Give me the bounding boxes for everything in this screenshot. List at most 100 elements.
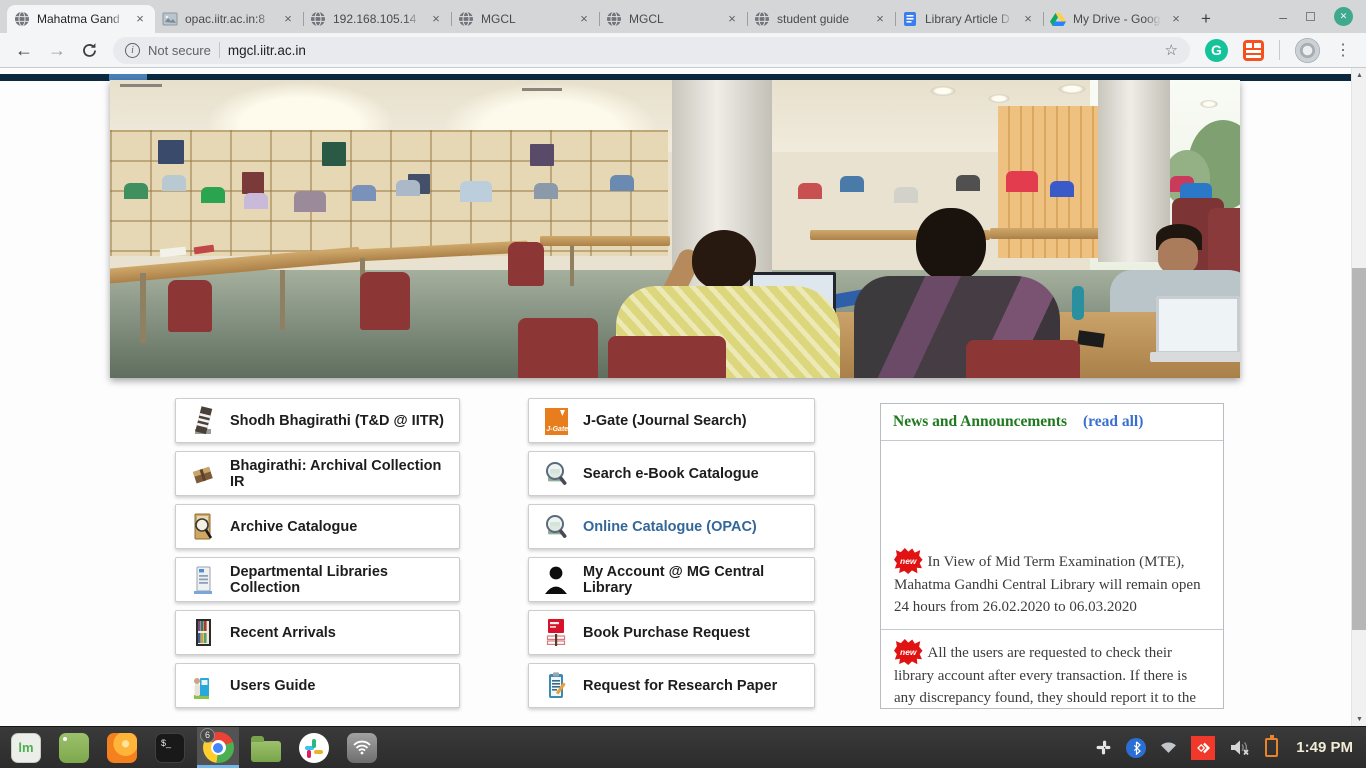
back-icon[interactable]: ← [15,41,33,59]
grammarly-extension-icon[interactable]: G [1205,39,1228,62]
tab-title: Mahatma Gand [37,12,125,26]
tab-opac[interactable]: opac.iitr.ac.in:8 × [155,5,303,33]
tab-title: opac.iitr.ac.in:8 [185,12,273,26]
terminal-launcher[interactable]: $_ [149,727,191,768]
globe-favicon [458,11,474,27]
battery-icon[interactable] [1265,738,1278,757]
window-close-icon[interactable]: ✕ [1334,7,1353,26]
photo-books [242,172,264,194]
users-guide-icon [190,670,216,702]
quicklink-departmental-libraries[interactable]: Departmental Libraries Collection [175,557,460,602]
photo-chair [168,280,212,332]
quick-links-middle-column: J-Gate J-Gate (Journal Search) Search e-… [528,398,815,708]
slack-icon [299,733,329,763]
quicklink-jgate[interactable]: J-Gate J-Gate (Journal Search) [528,398,815,443]
user-account-icon [543,564,569,596]
quicklink-shodh-bhagirathi[interactable]: Shodh Bhagirathi (T&D @ IITR) [175,398,460,443]
quicklink-label: Departmental Libraries Collection [230,564,451,596]
quicklink-recent-arrivals[interactable]: Recent Arrivals [175,610,460,655]
quicklink-search-ebook[interactable]: Search e-Book Catalogue [528,451,815,496]
news-item: newAll the users are requested to check … [881,630,1223,709]
firefox-icon [107,733,137,763]
system-tray: 1:49 PM [1095,736,1361,760]
scrollbar-thumb[interactable] [1352,268,1366,630]
show-desktop-button[interactable] [53,727,95,768]
volume-muted-icon[interactable] [1229,739,1251,756]
library-photo [110,80,1240,378]
window-minimize-icon[interactable]: – [1279,12,1287,22]
slack-tray-icon[interactable] [1095,739,1112,756]
tab-close-icon[interactable]: × [576,11,592,27]
firefox-launcher[interactable] [101,727,143,768]
tab-mahatma-gandhi[interactable]: Mahatma Gand × [7,5,155,33]
quicklink-opac[interactable]: Online Catalogue (OPAC) [528,504,815,549]
taskbar-clock[interactable]: 1:49 PM [1296,739,1353,756]
browser-menu-icon[interactable]: ⋮ [1335,40,1351,60]
tab-close-icon[interactable]: × [132,11,148,27]
file-manager-launcher[interactable] [245,727,287,768]
folder-icon [251,741,281,762]
window-maximize-icon[interactable] [1306,12,1315,21]
tab-close-icon[interactable]: × [872,11,888,27]
search-books-icon [543,458,569,490]
quicklink-my-account[interactable]: My Account @ MG Central Library [528,557,815,602]
scroll-down-icon[interactable]: ▼ [1352,712,1366,726]
photo-laptop [1156,296,1240,354]
anydesk-icon[interactable] [1191,736,1215,760]
recent-arrivals-icon [190,617,216,649]
chrome-task-button[interactable]: 6 [197,727,239,768]
google-docs-favicon [902,11,918,27]
photo-ceiling-light [988,94,1010,103]
news-item-text: All the users are requested to check the… [894,645,1196,706]
quicklink-label: Request for Research Paper [583,678,777,694]
tab-close-icon[interactable]: × [428,11,444,27]
screen: Mahatma Gand × opac.iitr.ac.in:8 × 192.1… [0,0,1366,768]
tab-mgcl-2[interactable]: MGCL × [599,5,747,33]
quicklink-research-paper[interactable]: Request for Research Paper [528,663,815,708]
bluetooth-icon[interactable] [1126,738,1146,758]
tab-close-icon[interactable]: × [280,11,296,27]
photo-table-leg [570,246,574,286]
network-tool-launcher[interactable] [341,727,383,768]
tab-close-icon[interactable]: × [1168,11,1184,27]
new-tab-button[interactable]: + [1191,5,1221,33]
scroll-up-icon[interactable]: ▲ [1352,68,1366,82]
quicklink-label: Shodh Bhagirathi (T&D @ IITR) [230,413,444,429]
tab-mgcl-1[interactable]: MGCL × [451,5,599,33]
quicklink-book-purchase[interactable]: Book Purchase Request [528,610,815,655]
photo-books [530,144,554,166]
tab-close-icon[interactable]: × [724,11,740,27]
quicklink-archive-catalogue[interactable]: Archive Catalogue [175,504,460,549]
globe-favicon [310,11,326,27]
read-all-link[interactable]: (read all) [1083,413,1143,431]
photo-person-head [692,230,756,290]
browser-tab-bar: Mahatma Gand × opac.iitr.ac.in:8 × 192.1… [0,0,1366,33]
forward-icon[interactable]: → [48,41,66,59]
orange-extension-icon[interactable] [1243,40,1264,61]
bookmark-star-icon[interactable]: ☆ [1165,41,1178,59]
mint-menu-button[interactable]: lm [5,727,47,768]
profile-avatar[interactable] [1295,38,1320,63]
reload-icon[interactable] [81,42,98,59]
desktop-icon [59,733,89,763]
new-badge: new [894,548,923,574]
info-icon[interactable]: i [125,43,140,58]
news-panel: News and Announcements (read all) newIn … [880,403,1224,709]
quicklink-users-guide[interactable]: Users Guide [175,663,460,708]
tab-my-drive[interactable]: My Drive - Goog × [1043,5,1191,33]
tab-library-article[interactable]: Library Article D × [895,5,1043,33]
news-item-text: In View of Mid Term Examination (MTE), M… [894,554,1201,615]
network-status-icon[interactable] [1160,741,1177,754]
tab-title: My Drive - Goog [1073,12,1161,26]
tab-ip-address[interactable]: 192.168.105.14 × [303,5,451,33]
tab-student-guide[interactable]: student guide × [747,5,895,33]
research-paper-icon [543,670,569,702]
book-purchase-icon [543,617,569,649]
quicklink-label: Book Purchase Request [583,625,750,641]
slack-launcher[interactable] [293,727,335,768]
quicklink-label: Archive Catalogue [230,519,357,535]
vertical-scrollbar[interactable]: ▲ ▼ [1351,68,1366,726]
tab-close-icon[interactable]: × [1020,11,1036,27]
address-bar[interactable]: i Not secure mgcl.iitr.ac.in ☆ [113,37,1190,64]
quicklink-bhagirathi-archival[interactable]: Bhagirathi: Archival Collection IR [175,451,460,496]
